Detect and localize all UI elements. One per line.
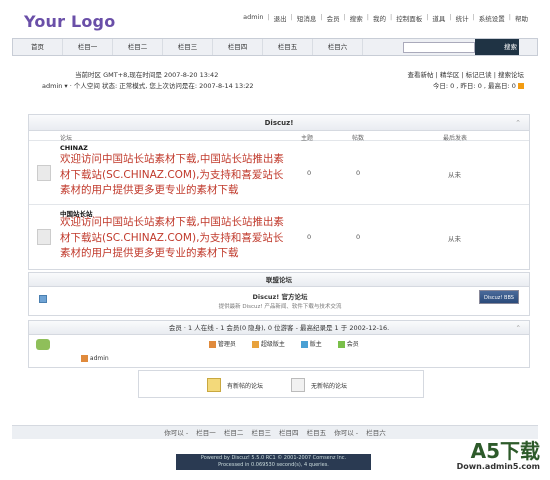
admin-icon xyxy=(81,355,88,362)
rss-icon[interactable] xyxy=(518,83,524,89)
online-header: 会员 · 1 人在线 - 1 会员(0 隐身), 0 位游客 - 最高纪录是 1… xyxy=(29,321,529,335)
topnav-my[interactable]: 我的 xyxy=(373,13,386,23)
post-stats: 今日: 0 , 昨日: 0 , 最高日: 0 xyxy=(433,80,524,90)
time-info: 当前时区 GMT+8,现在时间是 2007-8-20 13:42 xyxy=(75,71,219,79)
footer-link[interactable]: 栏目二 xyxy=(224,429,244,437)
post-count: 0 xyxy=(356,233,361,241)
legend-nonew: 无新帖的论坛 xyxy=(311,383,348,390)
forum-row: CHINAZ 欢迎访问中国站长站素材下载,中国站长站推出素材下载站(SC.CHI… xyxy=(29,141,529,205)
footer-link[interactable]: 栏目三 xyxy=(251,429,271,437)
collapse-icon[interactable]: ⌃ xyxy=(515,115,521,131)
forum-legend: 有新帖的论坛 无新帖的论坛 xyxy=(138,370,424,398)
nav-col3[interactable]: 栏目三 xyxy=(163,39,213,55)
forum-name[interactable]: CHINAZ xyxy=(60,144,88,152)
search-input[interactable] xyxy=(403,42,475,53)
forum-table: Discuz! ⌃ 论坛 主题 帖数 最后发表 CHINAZ 欢迎访问中国站长站… xyxy=(28,114,530,270)
discuz-badge[interactable]: Discuz! BBS xyxy=(479,290,519,304)
no-new-folder-icon xyxy=(291,378,305,392)
quick-links[interactable]: 查看新帖 | 精华区 | 标记已读 | 搜索论坛 xyxy=(408,69,524,79)
site-logo[interactable]: Your Logo xyxy=(24,12,115,31)
legend-new: 有新帖的论坛 xyxy=(227,383,264,390)
link-forum-name[interactable]: Discuz! 官方论坛 xyxy=(29,291,531,301)
topnav-search[interactable]: 搜索 xyxy=(350,13,363,23)
new-posts-folder-icon xyxy=(207,378,221,392)
topnav-user[interactable]: admin xyxy=(243,13,263,23)
links-header: 联盟论坛 xyxy=(29,273,529,287)
forum-description: 欢迎访问中国站长站素材下载,中国站长站推出素材下载站(SC.CHINAZ.COM… xyxy=(60,216,284,259)
topnav-tools[interactable]: 道具 xyxy=(432,13,445,23)
nav-col5[interactable]: 栏目五 xyxy=(263,39,313,55)
last-post: 从未 xyxy=(448,171,461,179)
topnav-admin[interactable]: 系统设置 xyxy=(479,13,505,23)
nav-col4[interactable]: 栏目四 xyxy=(213,39,263,55)
forum-description: 欢迎访问中国站长站素材下载,中国站长站推出素材下载站(SC.CHINAZ.COM… xyxy=(60,153,284,196)
user-status: admin ▾ · 个人空间 状态: 正常模式, 您上次访问是在: 2007-8… xyxy=(42,82,254,90)
topnav-logout[interactable]: 退出 xyxy=(274,13,287,23)
post-count: 0 xyxy=(356,169,361,177)
link-forums: 联盟论坛 Discuz! 官方论坛 提供最新 Discuz! 产品新闻、软件下载… xyxy=(28,272,530,316)
topnav-stats[interactable]: 统计 xyxy=(456,13,469,23)
nav-home[interactable]: 首页 xyxy=(13,39,63,55)
topic-count: 0 xyxy=(307,233,312,241)
link-forum-desc: 提供最新 Discuz! 产品新闻、软件下载与技术交流 xyxy=(218,304,342,310)
forum-status-icon xyxy=(37,165,51,181)
last-post: 从未 xyxy=(448,235,461,243)
forum-status-icon xyxy=(37,229,51,245)
powered-by: Powered by Discuz! 5.5.0 RC1 © 2001-2007… xyxy=(176,454,371,470)
footer-link[interactable]: 栏目五 xyxy=(307,429,327,437)
topnav-help[interactable]: 帮助 xyxy=(515,13,528,23)
online-members: 会员 · 1 人在线 - 1 会员(0 隐身), 0 位游客 - 最高纪录是 1… xyxy=(28,320,530,368)
online-user[interactable]: admin xyxy=(81,355,109,362)
column-headers: 论坛 主题 帖数 最后发表 xyxy=(29,131,529,142)
top-nav: admin | 退出 | 短消息 | 会员 | 搜索 | 我的 | 控制面板 | 道具 | 统计… xyxy=(243,13,528,23)
nav-col1[interactable]: 栏目一 xyxy=(63,39,113,55)
users-icon xyxy=(36,339,50,350)
collapse-icon[interactable]: ⌃ xyxy=(516,321,521,335)
member-legend: 管理员 超级版主 版主 会员 xyxy=(209,339,359,348)
forum-category-header: Discuz! ⌃ xyxy=(29,115,529,131)
topnav-pm[interactable]: 短消息 xyxy=(297,13,317,23)
footer-link[interactable]: 栏目六 xyxy=(366,429,386,437)
footer-nav: 你可以 - 栏目一 栏目二 栏目三 栏目四 栏目五 你可以 - 栏目六 xyxy=(12,425,538,439)
nav-col6[interactable]: 栏目六 xyxy=(313,39,363,55)
search-button[interactable]: 搜索 xyxy=(475,39,519,55)
main-navbar: 首页 栏目一 栏目二 栏目三 栏目四 栏目五 栏目六 搜索 xyxy=(12,38,538,56)
footer-link[interactable]: 栏目四 xyxy=(279,429,299,437)
topnav-members[interactable]: 会员 xyxy=(327,13,340,23)
topic-count: 0 xyxy=(307,169,312,177)
nav-col2[interactable]: 栏目二 xyxy=(113,39,163,55)
topnav-cp[interactable]: 控制面板 xyxy=(396,13,422,23)
watermark: A5下载 Down.admin5.com xyxy=(456,439,540,471)
footer-link[interactable]: 栏目一 xyxy=(196,429,216,437)
forum-row: 中国站长站 欢迎访问中国站长站素材下载,中国站长站推出素材下载站(SC.CHIN… xyxy=(29,205,529,269)
